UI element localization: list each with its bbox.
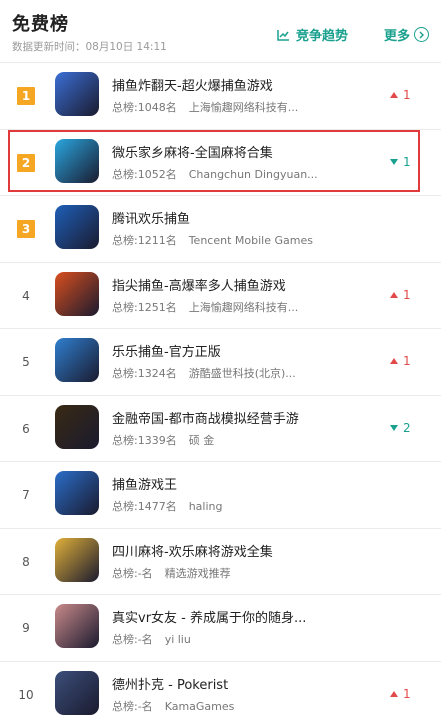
rank-number: 5 bbox=[22, 355, 30, 369]
app-name[interactable]: 真实vr女友 - 养成属于你的随身... bbox=[112, 607, 306, 626]
businessman-icon[interactable] bbox=[55, 404, 99, 449]
developer-name: 上海愉趣网络科技有... bbox=[188, 101, 299, 114]
rank-number: 1 bbox=[17, 87, 35, 105]
app-name[interactable]: 捕鱼游戏王 bbox=[112, 474, 177, 493]
list-item[interactable]: 8 四川麻将-欢乐麻将游戏全集 总榜:-名 精选游戏推荐 bbox=[0, 527, 441, 595]
more-link[interactable]: 更多 bbox=[384, 25, 430, 44]
app-meta: 总榜:1339名硕 金 bbox=[112, 432, 214, 448]
mahjong-tile-icon[interactable] bbox=[55, 537, 99, 582]
arrow-up-icon bbox=[390, 690, 398, 697]
rank-number: 6 bbox=[22, 421, 30, 436]
app-meta: 总榜:1211名 Tencent Mobile Games bbox=[112, 232, 313, 248]
chart-header: 免费榜 数据更新时间：08月10日 14:11 竞争趋势 更多 bbox=[0, 0, 441, 62]
chevron-right-icon bbox=[414, 27, 430, 42]
developer-name: 上海愉趣网络科技有... bbox=[188, 300, 299, 314]
rank-change: 1 bbox=[390, 155, 411, 169]
list-item[interactable]: 3 腾讯欢乐捕鱼总榜:1211名 Tencent Mobile Games bbox=[0, 195, 441, 262]
list-item[interactable]: 10 德州扑克 - Pokerist 总榜:-名 KamaGames 1 bbox=[0, 660, 441, 727]
arrow-up-icon bbox=[390, 291, 398, 298]
poker-player-icon[interactable] bbox=[55, 670, 99, 715]
arrow-down-icon bbox=[390, 158, 398, 165]
rank-change: 1 bbox=[390, 354, 411, 368]
app-meta: 总榜:-名 精选游戏推荐 bbox=[112, 565, 231, 581]
mahjong-dice-icon[interactable] bbox=[55, 138, 99, 183]
app-name[interactable]: 金融帝国-都市商战模拟经营手游 bbox=[112, 408, 299, 427]
app-meta: 总榜:1048名 上海愉趣网络科技有... bbox=[112, 99, 298, 115]
arrow-up-icon bbox=[390, 358, 398, 364]
rank-change-value: 1 bbox=[403, 686, 411, 701]
app-name[interactable]: 乐乐捕鱼-官方正版 bbox=[112, 341, 221, 360]
developer-name: Tencent Mobile Games bbox=[188, 234, 313, 247]
overall-rank: 总榜:1339名 bbox=[112, 433, 177, 447]
app-meta: 总榜:-名 yi liu bbox=[112, 631, 191, 647]
update-time: 数据更新时间：08月10日 14:11 bbox=[12, 41, 167, 53]
app-meta: 总榜:1324名 游酷盛世科技(北京)... bbox=[112, 365, 296, 381]
rank-change: 1 bbox=[390, 288, 411, 302]
developer-name: KamaGames bbox=[164, 699, 235, 713]
rank-change-value: 1 bbox=[403, 154, 411, 169]
app-name[interactable]: 腾讯欢乐捕鱼 bbox=[112, 208, 190, 227]
app-name[interactable]: 德州扑克 - Pokerist bbox=[112, 674, 228, 693]
rank-change-value: 1 bbox=[403, 287, 411, 302]
list-item[interactable]: 7 捕鱼游戏王总榜:1477名 haling bbox=[0, 461, 441, 528]
rank-number: 9 bbox=[22, 621, 30, 635]
shark-game-icon[interactable] bbox=[55, 271, 99, 316]
arrow-down-icon bbox=[390, 424, 398, 431]
more-label: 更多 bbox=[384, 29, 411, 44]
page-title: 免费榜 bbox=[12, 14, 69, 35]
app-name[interactable]: 捕鱼炸翻天-超火爆捕鱼游戏 bbox=[112, 75, 273, 94]
rank-number: 7 bbox=[22, 488, 30, 502]
rank-number: 3 bbox=[17, 220, 35, 238]
rank-number: 2 bbox=[17, 153, 35, 172]
rank-change: 1 bbox=[390, 687, 411, 701]
trend-chart-icon bbox=[277, 29, 289, 41]
fishing-logo-icon[interactable] bbox=[55, 205, 99, 249]
girl-portrait-icon[interactable] bbox=[55, 604, 99, 648]
rank-number: 10 bbox=[18, 687, 34, 702]
developer-name: 硕 金 bbox=[188, 433, 215, 447]
fish-game-icon[interactable] bbox=[55, 72, 99, 116]
rank-number: 4 bbox=[22, 288, 30, 303]
overall-rank: 总榜:1251名 bbox=[112, 300, 177, 314]
list-item[interactable]: 4 指尖捕鱼-高爆率多人捕鱼游戏 总榜:1251名 上海愉趣网络科技有... 1 bbox=[0, 261, 441, 329]
rank-change-value: 1 bbox=[403, 88, 411, 102]
app-name[interactable]: 指尖捕鱼-高爆率多人捕鱼游戏 bbox=[112, 275, 286, 294]
developer-name: 精选游戏推荐 bbox=[164, 566, 231, 580]
list-item[interactable]: 2 微乐家乡麻将-全国麻将合集总榜:1052名 Changchun Dingyuan… bbox=[0, 128, 441, 196]
rank-change-value: 1 bbox=[403, 354, 411, 368]
app-meta: 总榜:1052名 Changchun Dingyuan... bbox=[112, 166, 318, 182]
app-meta: 总榜:-名 KamaGames bbox=[112, 698, 234, 714]
rank-change: 1 bbox=[390, 88, 411, 102]
list-item[interactable]: 5 乐乐捕鱼-官方正版总榜:1324名 游酷盛世科技(北京)... 1 bbox=[0, 328, 441, 395]
rank-change: 2 bbox=[390, 421, 411, 435]
list-item[interactable]: 9 真实vr女友 - 养成属于你的随身... 总榜:-名 yi liu bbox=[0, 594, 441, 661]
arrow-up-icon bbox=[390, 92, 398, 98]
app-name[interactable]: 四川麻将-欢乐麻将游戏全集 bbox=[112, 541, 273, 560]
overall-rank: 总榜:-名 bbox=[112, 699, 153, 713]
developer-name: 游酷盛世科技(北京)... bbox=[188, 367, 296, 380]
overall-rank: 总榜:1052名 bbox=[112, 167, 177, 181]
ranking-list: 1 捕鱼炸翻天-超火爆捕鱼游戏 总榜:1048名 上海愉趣网络科技有... 1 2 微乐家乡… bbox=[0, 62, 441, 727]
developer-name: haling bbox=[188, 500, 223, 513]
developer-name: Changchun Dingyuan... bbox=[188, 167, 318, 181]
app-name[interactable]: 微乐家乡麻将-全国麻将合集 bbox=[112, 142, 273, 161]
shark-3d-icon[interactable] bbox=[55, 338, 99, 382]
app-meta: 总榜:1251名 上海愉趣网络科技有... bbox=[112, 299, 298, 315]
trend-label: 竞争趋势 bbox=[296, 29, 349, 44]
overall-rank: 总榜:-名 bbox=[112, 566, 153, 580]
overall-rank: 总榜:1324名 bbox=[112, 367, 177, 380]
rank-change-value: 2 bbox=[403, 420, 411, 435]
app-meta: 总榜:1477名 haling bbox=[112, 498, 222, 514]
overall-rank: 总榜:1048名 bbox=[112, 101, 177, 114]
rank-number: 8 bbox=[22, 554, 30, 569]
trend-link[interactable]: 竞争趋势 bbox=[277, 25, 348, 44]
overall-rank: 总榜:1477名 bbox=[112, 500, 177, 513]
fish-king-icon[interactable] bbox=[55, 471, 99, 515]
overall-rank: 总榜:-名 bbox=[112, 633, 153, 646]
developer-name: yi liu bbox=[164, 633, 191, 646]
overall-rank: 总榜:1211名 bbox=[112, 234, 177, 247]
list-item[interactable]: 1 捕鱼炸翻天-超火爆捕鱼游戏总榜:1048名 上海愉趣网络科技有... 1 bbox=[0, 62, 441, 129]
list-item[interactable]: 6 金融帝国-都市商战模拟经营手游 总榜:1339名硕 金2 bbox=[0, 394, 441, 462]
